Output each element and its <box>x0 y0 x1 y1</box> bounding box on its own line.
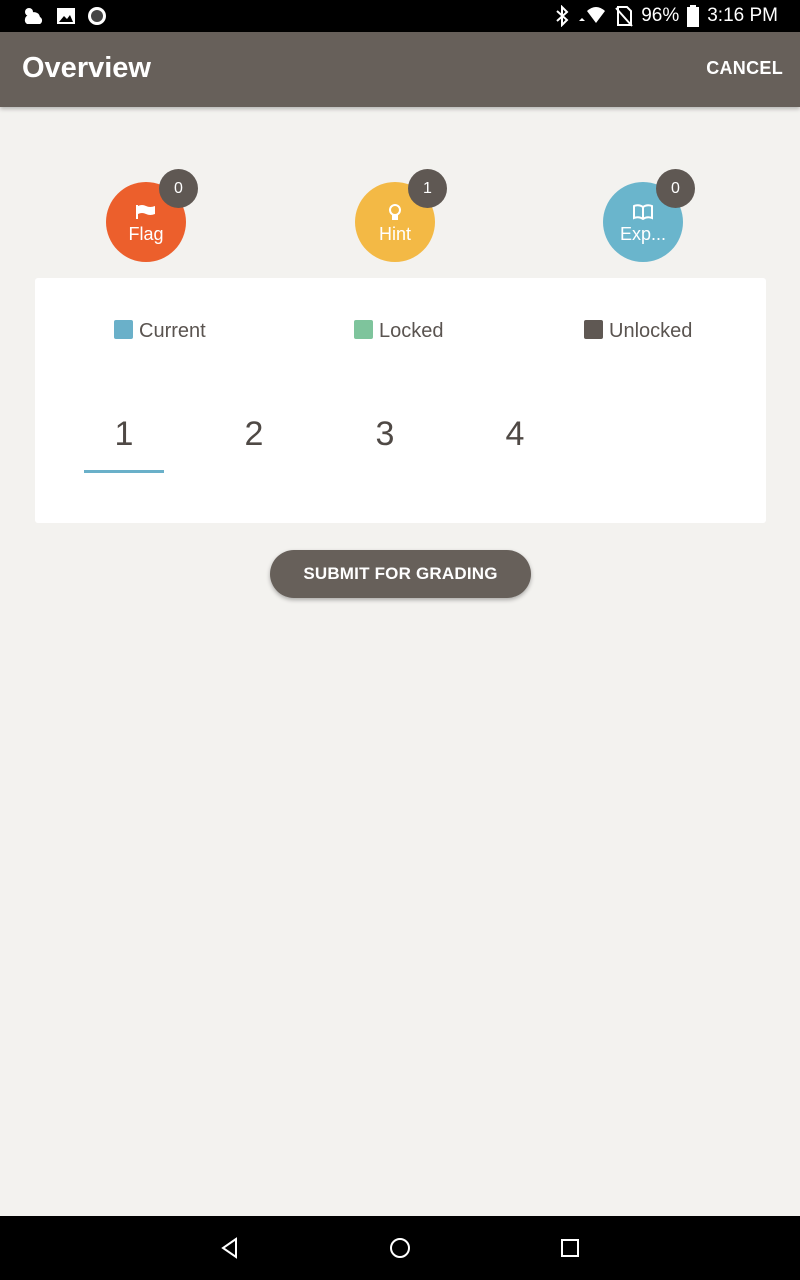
legend-label-unlocked: Unlocked <box>609 319 693 342</box>
flag-counter[interactable]: Flag 0 <box>106 169 198 262</box>
hint-counter[interactable]: Hint 1 <box>355 169 447 262</box>
app-bar: Overview CANCEL <box>0 32 800 107</box>
hint-label: Hint <box>378 224 411 244</box>
explanation-count-badge: 0 <box>656 169 695 208</box>
navigation-bar <box>0 1216 800 1280</box>
flag-count-badge: 0 <box>159 169 198 208</box>
notification-icons <box>22 4 108 28</box>
legend-swatch-unlocked <box>584 319 603 339</box>
cancel-button[interactable]: CANCEL <box>706 58 783 79</box>
status-bar: 96% 3:16 PM <box>0 0 800 32</box>
submit-for-grading-button[interactable]: SUBMIT FOR GRADING <box>270 550 531 598</box>
legend-label-locked: Locked <box>379 319 444 342</box>
legend-unlocked: Unlocked <box>584 319 693 342</box>
legend-locked: Locked <box>354 319 444 342</box>
sync-circle-icon <box>86 5 108 27</box>
flag-label: Flag <box>128 224 164 244</box>
system-indicators: 96% 3:16 PM <box>555 0 778 32</box>
legend-swatch-current <box>114 319 133 339</box>
no-sim-icon <box>615 5 633 27</box>
question-tab-4[interactable]: 4 <box>475 415 555 473</box>
wifi-icon <box>577 5 607 27</box>
question-tab-3[interactable]: 3 <box>345 415 425 473</box>
home-icon[interactable] <box>388 1236 412 1260</box>
explanation-label: Exp... <box>619 224 667 244</box>
battery-icon <box>687 5 700 27</box>
battery-percent: 96% <box>641 5 680 26</box>
legend-current: Current <box>114 319 206 342</box>
explanation-counter[interactable]: Exp... 0 <box>603 169 695 262</box>
page-title: Overview <box>22 52 151 84</box>
bluetooth-icon <box>555 5 569 27</box>
question-tab-1[interactable]: 1 <box>84 415 164 473</box>
weather-icon <box>22 5 46 27</box>
legend-swatch-locked <box>354 319 373 339</box>
question-tab-2[interactable]: 2 <box>214 415 294 473</box>
hint-count-badge: 1 <box>408 169 447 208</box>
recents-icon[interactable] <box>558 1236 582 1260</box>
legend-label-current: Current <box>139 319 206 342</box>
question-overview-card <box>35 278 766 523</box>
back-icon[interactable] <box>218 1236 242 1260</box>
image-icon <box>56 7 76 25</box>
clock: 3:16 PM <box>707 5 778 26</box>
